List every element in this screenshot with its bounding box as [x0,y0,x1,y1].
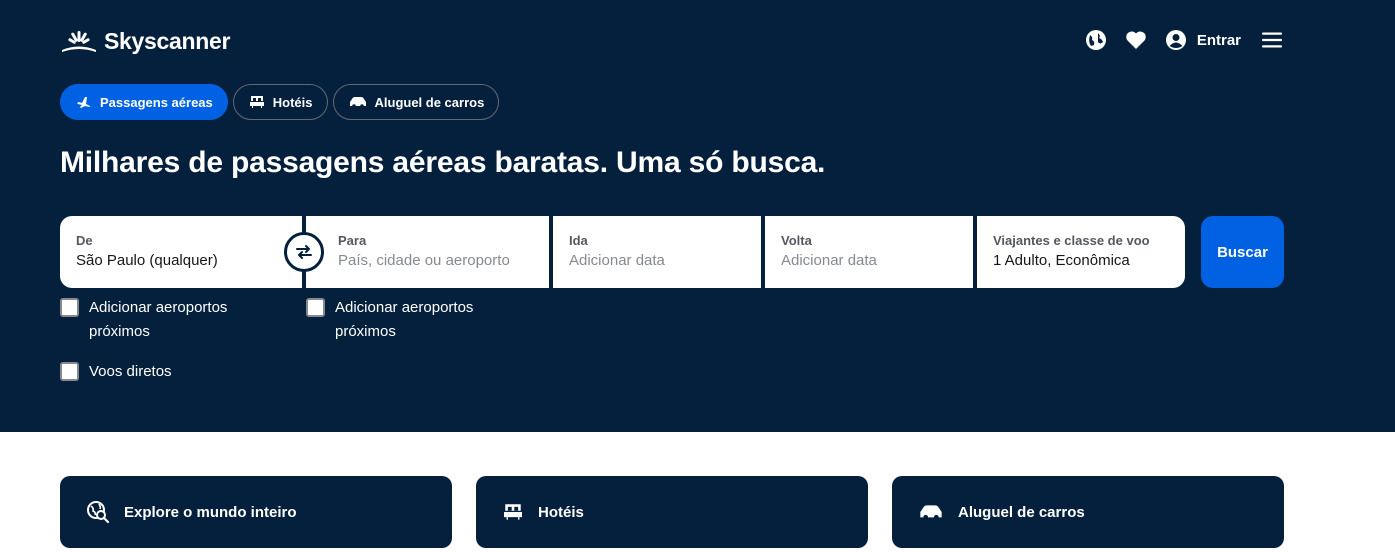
checkbox-box[interactable] [306,298,325,317]
from-label: De [76,233,93,248]
globe-icon[interactable] [1085,29,1107,51]
nearby-from-label: Adicionar aeroportos próximos [89,299,228,340]
to-label: Para [338,233,367,248]
from-field[interactable]: De São Paulo (qualquer) [60,216,302,288]
explore-globe-icon [87,501,110,524]
login-label: Entrar [1196,31,1241,49]
bed-icon [249,96,264,108]
depart-date-field[interactable]: Ida Adicionar data [553,216,761,288]
direct-flights-checkbox[interactable]: Voos diretos [60,360,172,384]
tab-flights[interactable]: Passagens aéreas [60,84,228,120]
hotels-card[interactable]: Hotéis [476,476,868,548]
travellers-label: Viajantes e classe de voo [993,233,1150,248]
hero-section: Skyscanner Entrar Passagens aéreas Hotéi… [0,0,1395,432]
explore-card[interactable]: Explore o mundo inteiro [60,476,452,548]
car-icon [349,97,366,108]
hotels-card-label: Hotéis [538,503,584,521]
skyscanner-logo[interactable]: Skyscanner [60,28,230,55]
return-label: Volta [781,233,812,248]
product-tabs: Passagens aéreas Hotéis Aluguel de carro… [60,84,500,120]
travellers-field[interactable]: Viajantes e classe de voo 1 Adulto, Econ… [977,216,1185,288]
explore-card-label: Explore o mundo inteiro [124,503,297,521]
nearby-to-checkbox[interactable]: Adicionar aeroportos próximos [306,296,516,344]
direct-flights-label: Voos diretos [89,363,172,380]
tab-hotels[interactable]: Hotéis [232,84,328,120]
depart-placeholder: Adicionar data [569,252,665,269]
swap-arrows-icon [296,245,312,259]
sun-logo-icon [62,30,96,52]
plane-icon [77,97,90,108]
from-value: São Paulo (qualquer) [76,252,218,269]
bed-icon [504,504,522,520]
tab-flights-label: Passagens aéreas [100,94,213,110]
brand-name: Skyscanner [104,28,231,54]
nearby-to-label: Adicionar aeroportos próximos [335,299,474,340]
to-field[interactable]: Para País, cidade ou aeroporto [306,216,549,288]
heart-icon[interactable] [1125,29,1147,51]
tab-hotels-label: Hotéis [272,94,313,110]
checkbox-box[interactable] [60,362,79,381]
car-hire-card[interactable]: Aluguel de carros [892,476,1284,548]
return-placeholder: Adicionar data [781,252,877,269]
page-headline: Milhares de passagens aéreas baratas. Um… [60,146,826,179]
to-placeholder: País, cidade ou aeroporto [338,252,510,269]
nearby-from-checkbox[interactable]: Adicionar aeroportos próximos [60,296,270,344]
menu-icon[interactable] [1261,29,1283,51]
header-actions: Entrar [1085,29,1283,51]
search-button[interactable]: Buscar [1201,216,1284,288]
car-hire-card-label: Aluguel de carros [958,503,1085,521]
tab-car-hire-label: Aluguel de carros [374,94,485,110]
depart-label: Ida [569,233,588,248]
car-icon [920,505,942,520]
return-date-field[interactable]: Volta Adicionar data [765,216,973,288]
tab-car-hire[interactable]: Aluguel de carros [332,84,500,120]
swap-button[interactable] [284,232,324,272]
login-button[interactable]: Entrar [1165,29,1241,51]
checkbox-box[interactable] [60,298,79,317]
user-icon [1165,29,1187,51]
travellers-value: 1 Adulto, Econômica [993,252,1130,269]
